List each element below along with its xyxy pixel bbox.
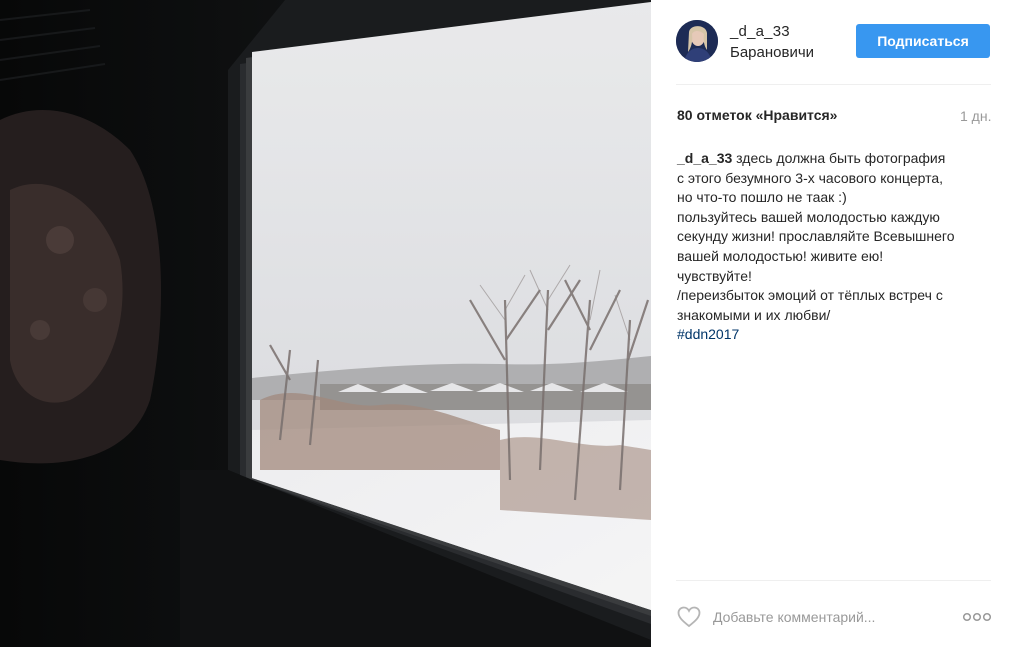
header-divider — [676, 84, 991, 85]
username-link[interactable]: _d_a_33 — [730, 23, 790, 40]
caption-line: /переизбыток эмоций от тёплых встреч с — [677, 287, 943, 304]
post-header: _d_a_33 Барановичи Подписаться — [676, 18, 991, 66]
caption-text: здесь должна быть фотография — [732, 150, 946, 166]
post-details-panel: _d_a_33 Барановичи Подписаться 80 отмето… — [651, 0, 1009, 647]
caption-line: с этого безумного 3-х часового концерта, — [677, 169, 944, 186]
train-window-photo — [0, 0, 651, 647]
caption-line: #ddn2017 — [677, 325, 993, 345]
caption-line: знакомыми и их любви/ — [677, 306, 831, 323]
comment-input[interactable] — [713, 604, 913, 630]
caption-line: вашей молодостью! живите ею! — [677, 247, 884, 264]
caption-line: но что-то пошло не таак :) — [677, 189, 847, 206]
location-link[interactable]: Барановичи — [730, 44, 814, 61]
post-timestamp[interactable]: 1 дн. — [960, 108, 991, 124]
caption-line: секунду жизни! прославляйте Всевышнего — [677, 228, 955, 245]
caption-line: чувствуйте! — [677, 267, 752, 284]
follow-button[interactable]: Подписаться — [856, 24, 990, 58]
avatar-image — [676, 20, 718, 62]
heart-outline-icon[interactable] — [676, 604, 702, 630]
caption-line: пользуйтесь вашей молодостью каждую — [677, 208, 940, 225]
caption-line: _d_a_33 здесь должна быть фотография — [677, 149, 993, 169]
caption-author-link[interactable]: _d_a_33 — [677, 150, 732, 166]
likes-count[interactable]: 80 отметок «Нравится» — [677, 107, 837, 123]
comment-divider — [676, 580, 991, 581]
post-caption: _d_a_33 здесь должна быть фотография с э… — [677, 149, 993, 345]
more-options-icon[interactable] — [962, 608, 992, 626]
post-photo[interactable] — [0, 0, 651, 647]
avatar[interactable] — [676, 20, 718, 62]
hashtag-link[interactable]: #ddn2017 — [677, 326, 739, 342]
